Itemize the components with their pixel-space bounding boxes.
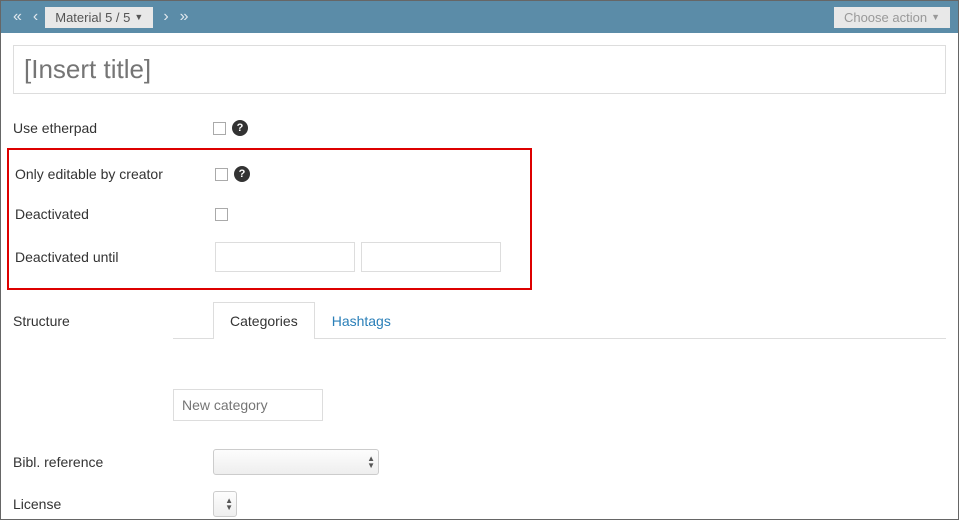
nav-prev-icon[interactable]: ‹ [29,8,39,26]
label-deactivated-until: Deactivated until [15,249,215,265]
help-icon[interactable]: ? [232,120,248,136]
control-only-editable: ? [215,166,250,182]
control-bibl-reference: ▲▼ [213,449,379,475]
checkbox-deactivated[interactable] [215,208,228,221]
bibl-reference-select-wrap: ▲▼ [213,449,379,475]
row-deactivated: Deactivated [15,194,522,234]
topbar-left: « ‹ Material 5 / 5 ▼ › » [9,7,190,28]
license-select-wrap: ▲▼ [213,491,237,517]
caret-down-icon: ▼ [931,12,940,22]
help-icon[interactable]: ? [234,166,250,182]
caret-down-icon: ▼ [134,12,143,22]
choose-action-dropdown[interactable]: Choose action ▼ [834,7,950,28]
checkbox-use-etherpad[interactable] [213,122,226,135]
new-category-input[interactable] [173,389,323,421]
nav-next-icon[interactable]: › [159,8,169,26]
nav-last-icon[interactable]: » [176,8,190,26]
form-area: Use etherpad ? Only editable by creator … [13,94,946,520]
label-use-etherpad: Use etherpad [13,120,213,136]
tab-hashtags[interactable]: Hashtags [315,302,408,339]
bibl-reference-select[interactable] [213,449,379,475]
checkbox-only-editable[interactable] [215,168,228,181]
content-area: Use etherpad ? Only editable by creator … [1,33,958,520]
app-window: « ‹ Material 5 / 5 ▼ › » Choose action ▼… [0,0,959,520]
row-only-editable: Only editable by creator ? [15,154,522,194]
deactivated-until-date-input[interactable] [215,242,355,272]
material-dropdown[interactable]: Material 5 / 5 ▼ [45,7,153,28]
row-license: License ▲▼ [13,483,946,520]
row-structure: Structure Categories Hashtags [13,302,946,339]
label-license: License [13,496,213,512]
material-label: Material 5 / 5 [55,10,130,25]
category-section [13,339,946,441]
license-select[interactable] [213,491,237,517]
tab-categories[interactable]: Categories [213,302,315,339]
control-use-etherpad: ? [213,120,248,136]
row-use-etherpad: Use etherpad ? [13,108,946,148]
label-deactivated: Deactivated [15,206,215,222]
control-deactivated [215,208,228,221]
row-deactivated-until: Deactivated until [15,234,522,280]
row-bibl-reference: Bibl. reference ▲▼ [13,441,946,483]
control-license: ▲▼ [213,491,237,517]
label-only-editable: Only editable by creator [15,166,215,182]
tabs-container: Categories Hashtags [213,302,946,339]
label-structure: Structure [13,313,213,339]
nav-first-icon[interactable]: « [9,8,23,26]
label-bibl-reference: Bibl. reference [13,454,213,470]
deactivated-until-time-input[interactable] [361,242,501,272]
choose-action-label: Choose action [844,10,927,25]
title-input[interactable] [13,45,946,94]
control-deactivated-until [215,242,501,272]
topbar: « ‹ Material 5 / 5 ▼ › » Choose action ▼ [1,1,958,33]
highlighted-section: Only editable by creator ? Deactivated D… [7,148,532,290]
